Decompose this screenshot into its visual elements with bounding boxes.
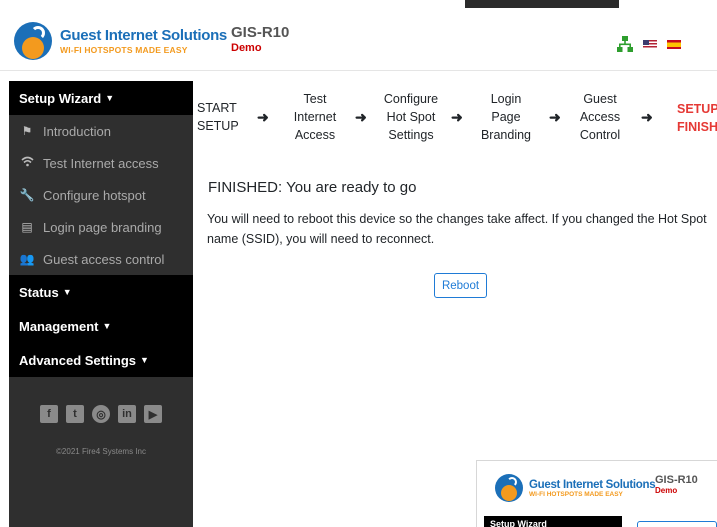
step-guest-access[interactable]: Guest Access Control [569,90,631,144]
step-setup-finish[interactable]: SETUP FINISH [677,100,717,136]
step-line: FINISH [677,120,717,134]
model-name: GIS-R10 [231,24,290,41]
thumbnail-sidebar-section: Setup Wizard [484,516,622,527]
reboot-message: You will need to reboot this device so t… [207,212,707,246]
reboot-button[interactable]: Reboot [434,273,487,298]
instagram-icon[interactable]: ◎ [92,405,110,423]
thumbnail-logo-subtitle: WI-FI HOTSPOTS MADE EASY [529,490,623,498]
sidebar-section-label: Management [19,318,99,334]
step-line: Hot Spot [386,110,436,124]
wrench-icon: 🔧 [19,188,35,202]
sidebar-section-label: Setup Wizard [19,90,102,106]
network-icon[interactable] [617,36,633,52]
page-title: FINISHED: You are ready to go [208,179,417,196]
thumbnail-button [637,521,717,527]
step-line: Control [579,128,621,142]
sidebar-section-setup-wizard[interactable]: Setup Wizard ▼ [9,81,193,115]
sidebar-item-guest-access[interactable]: 👥 Guest access control [9,243,193,275]
sidebar-item-configure-hotspot[interactable]: 🔧 Configure hotspot [9,179,193,211]
linkedin-icon[interactable]: in [118,405,136,423]
sidebar-item-label: Configure hotspot [43,187,146,203]
thumbnail-logo: Guest Internet Solutions WI-FI HOTSPOTS … [495,474,656,502]
step-login-branding[interactable]: Login Page Branding [473,90,539,144]
step-line: SETUP [677,102,717,116]
flag-us-icon[interactable] [643,39,657,49]
thumbnail-device-model: GIS-R10 Demo [655,474,698,495]
step-line: Login [490,92,522,106]
arrow-right-icon: ➜ [355,109,367,125]
flag-icon: ⚑ [21,124,33,138]
step-line: Configure [383,92,439,106]
thumbnail-model-name: GIS-R10 [655,474,698,486]
step-line: Internet [293,110,337,124]
device-model: GIS-R10 Demo [231,24,289,54]
arrow-right-icon: ➜ [257,109,269,125]
social-links: f t ◎ in ▶ [9,405,193,423]
logo-title: Guest Internet Solutions [60,27,227,44]
step-line: Guest [583,92,617,106]
thumbnail-mode-badge: Demo [655,486,678,495]
step-line: START [197,101,237,115]
flag-es-icon[interactable] [667,39,681,49]
arrow-right-icon: ➜ [641,109,653,125]
sidebar-item-test-internet[interactable]: Test Internet access [9,147,193,179]
step-start-setup[interactable]: START SETUP [197,99,239,135]
header-icons [617,36,681,52]
step-line: SETUP [197,119,239,133]
step-line: Settings [388,128,434,142]
facebook-icon[interactable]: f [40,405,58,423]
step-line: Access [579,110,621,124]
step-line: Branding [480,128,532,142]
twitter-icon[interactable]: t [66,405,84,423]
sidebar-item-introduction[interactable]: ⚑ Introduction [9,115,193,147]
sidebar-section-label: Status [19,284,59,300]
users-icon: 👥 [19,252,35,266]
caret-down-icon: ▼ [102,321,112,331]
step-line: Access [294,128,336,142]
top-dark-bar [465,0,619,8]
sidebar-item-label: Login page branding [43,219,162,235]
logo-icon [14,22,52,60]
sidebar-section-label: Advanced Settings [19,352,137,368]
sidebar-item-label: Guest access control [43,251,165,267]
wifi-icon [19,156,35,170]
caret-down-icon: ▼ [140,355,149,365]
sidebar-section-status[interactable]: Status ▼ [9,275,193,309]
thumbnail-logo-title: Guest Internet Solutions [529,478,656,491]
copyright: ©2021 Fire4 Systems Inc [56,447,146,456]
wizard-steps: START SETUP ➜ Test Internet Access ➜ Con… [197,90,717,152]
step-test-internet[interactable]: Test Internet Access [281,90,349,144]
logo-icon [495,474,523,502]
sidebar: Setup Wizard ▼ ⚑ Introduction Test Intern… [9,81,193,527]
nested-screenshot-thumbnail: Guest Internet Solutions WI-FI HOTSPOTS … [476,460,717,527]
logo-subtitle: WI-FI HOTSPOTS MADE EASY [60,45,188,55]
sidebar-item-label: Introduction [43,123,111,139]
caret-down-icon: ▼ [62,287,72,297]
sidebar-item-login-branding[interactable]: ▤ Login page branding [9,211,193,243]
sidebar-section-management[interactable]: Management ▼ [9,309,193,343]
mode-badge: Demo [231,42,262,54]
youtube-icon[interactable]: ▶ [144,405,162,423]
sidebar-section-advanced[interactable]: Advanced Settings ▼ [9,343,193,377]
sidebar-item-label: Test Internet access [43,155,159,171]
app-header: Guest Internet Solutions WI-FI HOTSPOTS … [0,0,717,71]
id-card-icon: ▤ [21,220,33,234]
step-configure-hotspot[interactable]: Configure Hot Spot Settings [375,90,447,144]
step-line: Page [491,110,521,124]
step-line: Test [303,92,327,106]
brand-logo[interactable]: Guest Internet Solutions WI-FI HOTSPOTS … [14,22,227,60]
caret-down-icon: ▼ [105,93,115,103]
arrow-right-icon: ➜ [451,109,463,125]
arrow-right-icon: ➜ [549,109,561,125]
